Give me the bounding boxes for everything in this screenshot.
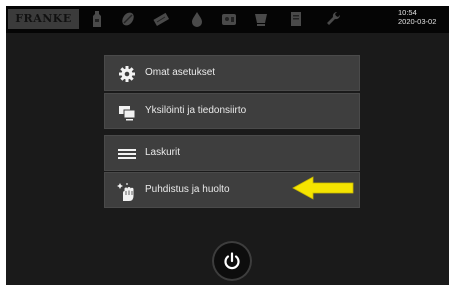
drop-icon[interactable] [188, 10, 206, 28]
wrench-icon[interactable] [324, 10, 342, 28]
list-icon [117, 144, 137, 164]
cup-icon[interactable] [252, 10, 270, 28]
bean-icon[interactable] [119, 10, 137, 28]
top-bar: FRANKE 10:54 2020-03-02 [6, 6, 449, 33]
screens-icon [117, 102, 137, 122]
menu-item-yksilointi[interactable]: Yksilöinti ja tiedonsiirto [104, 93, 360, 129]
menu-item-label: Puhdistus ja huolto [145, 184, 230, 195]
menu-item-omat-asetukset[interactable]: Omat asetukset [104, 55, 360, 91]
franke-logo: FRANKE [8, 9, 79, 29]
arrow-left-icon [291, 175, 355, 201]
time-text: 10:54 [398, 8, 417, 17]
chocolate-icon[interactable] [152, 10, 170, 28]
menu-item-label: Omat asetukset [145, 67, 216, 78]
dispenser-icon[interactable] [220, 10, 238, 28]
power-icon [224, 252, 240, 270]
bottle-icon[interactable] [88, 10, 106, 28]
menu-item-laskurit[interactable]: Laskurit [104, 135, 360, 171]
date-text: 2020-03-02 [398, 17, 437, 26]
power-button[interactable] [212, 241, 252, 281]
machine-screen: FRANKE 10:54 2020-03-02 Omat asetukset Y… [6, 6, 449, 285]
clock: 10:54 2020-03-02 [398, 8, 436, 26]
document-icon[interactable] [287, 10, 305, 28]
menu-item-label: Yksilöinti ja tiedonsiirto [145, 105, 247, 116]
cleaning-hand-icon [117, 181, 137, 201]
menu-item-label: Laskurit [145, 147, 181, 158]
gear-icon [117, 64, 137, 84]
